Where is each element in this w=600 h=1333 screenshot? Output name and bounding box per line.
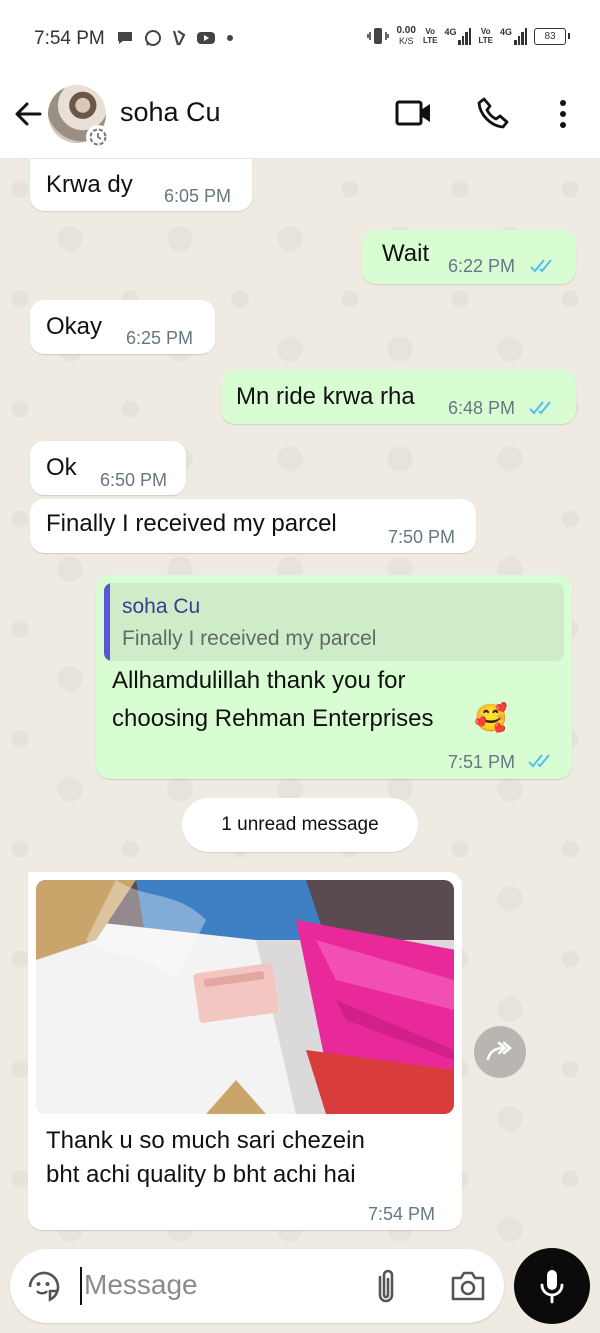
- status-notification-icons: [116, 29, 234, 47]
- attach-icon[interactable]: [372, 1267, 400, 1305]
- read-ticks-icon: [530, 259, 552, 273]
- message-text: Wait: [382, 240, 430, 267]
- voice-message-button[interactable]: [514, 1248, 590, 1324]
- unread-messages-divider: 1 unread message: [182, 798, 418, 852]
- read-ticks-icon: [528, 754, 550, 768]
- sim2-volte-label: Vo LTE: [478, 27, 493, 45]
- network-speed: 0.00 K/S: [396, 25, 416, 47]
- mic-icon: [540, 1270, 564, 1304]
- forward-button[interactable]: [474, 1026, 526, 1078]
- message-time: 6:48 PM: [448, 398, 516, 418]
- text-cursor: [80, 1267, 82, 1305]
- message-text: Okay: [46, 313, 103, 340]
- outgoing-message[interactable]: Mn ride krwa rha 6:48 PM: [221, 370, 576, 424]
- shared-photo[interactable]: [36, 880, 454, 1114]
- incoming-image-message[interactable]: Thank u so much sari chezein bht achi qu…: [28, 872, 462, 1230]
- message-text: Mn ride krwa rha: [236, 383, 415, 410]
- signal-bars-icon: [458, 27, 472, 45]
- contact-name[interactable]: soha Cu: [120, 97, 221, 128]
- parcel-photo-image: [36, 880, 454, 1114]
- sticker-emoji-icon[interactable]: [26, 1269, 62, 1305]
- message-time: 7:50 PM: [388, 527, 456, 547]
- youtube-icon: [197, 32, 215, 44]
- whatsapp-icon: [145, 30, 161, 46]
- quoted-author: soha Cu: [122, 595, 201, 618]
- back-arrow-icon[interactable]: [12, 98, 44, 130]
- message-input[interactable]: Message: [84, 1269, 198, 1301]
- status-indicators: 0.00 K/S Vo LTE 4G Vo LTE 4G 83: [367, 25, 570, 47]
- incoming-message[interactable]: Okay 6:25 PM: [30, 300, 215, 354]
- status-bar: 7:54 PM 0.00 K/S Vo LTE 4G Vo LTE 4G 83: [0, 0, 600, 78]
- message-text-line2: choosing Rehman Enterprises: [112, 705, 434, 732]
- sim1-signal: 4G: [444, 27, 472, 45]
- quoted-text: Finally I received my parcel: [122, 627, 377, 650]
- message-time: 7:51 PM: [448, 752, 516, 772]
- incoming-message[interactable]: Finally I received my parcel 7:50 PM: [30, 499, 476, 553]
- app-notification-icon: [172, 30, 186, 46]
- smiling-face-with-hearts-emoji: 🥰: [474, 703, 508, 733]
- message-time: 6:50 PM: [100, 470, 168, 490]
- message-time: 6:25 PM: [126, 328, 194, 348]
- message-time: 6:22 PM: [448, 256, 516, 276]
- quote-accent-bar: [104, 583, 110, 661]
- incoming-message[interactable]: Ok 6:50 PM: [30, 441, 186, 495]
- more-options-icon[interactable]: [553, 98, 573, 130]
- message-time: 7:54 PM: [368, 1204, 436, 1224]
- battery-icon: 83: [534, 27, 570, 45]
- status-ring-icon: [86, 125, 110, 149]
- outgoing-reply-message[interactable]: soha Cu Finally I received my parcel All…: [96, 575, 572, 779]
- vibrate-icon: [367, 28, 390, 44]
- forward-icon: [486, 1041, 512, 1061]
- signal-bars-icon: [514, 27, 527, 45]
- message-text-line1: Allhamdulillah thank you for: [112, 667, 406, 694]
- read-ticks-icon: [529, 401, 551, 415]
- sim2-signal: 4G: [500, 27, 527, 45]
- outgoing-message[interactable]: Wait 6:22 PM: [362, 230, 576, 284]
- voice-call-icon[interactable]: [476, 96, 510, 130]
- chat-area[interactable]: Krwa dy 6:05 PM Wait 6:22 PM Okay 6:25 P…: [0, 159, 600, 1249]
- video-call-icon[interactable]: [395, 98, 433, 128]
- message-text: Finally I received my parcel: [46, 510, 337, 537]
- more-notifications-dot-icon: [227, 35, 233, 41]
- incoming-message[interactable]: Krwa dy 6:05 PM: [30, 159, 252, 211]
- image-caption-line2: bht achi quality b bht achi hai: [46, 1161, 356, 1188]
- image-caption-line1: Thank u so much sari chezein: [46, 1127, 365, 1154]
- message-text: Ok: [46, 454, 77, 481]
- message-input-bar[interactable]: Message: [10, 1249, 504, 1323]
- message-time: 6:05 PM: [164, 186, 232, 206]
- camera-icon[interactable]: [450, 1270, 486, 1302]
- message-text: Krwa dy: [46, 171, 133, 198]
- status-time: 7:54 PM: [34, 28, 105, 49]
- chat-header: soha Cu: [0, 78, 600, 159]
- chat-notification-icon: [118, 32, 132, 44]
- sim1-volte-label: Vo LTE: [422, 27, 438, 45]
- quoted-message[interactable]: soha Cu Finally I received my parcel: [104, 583, 564, 661]
